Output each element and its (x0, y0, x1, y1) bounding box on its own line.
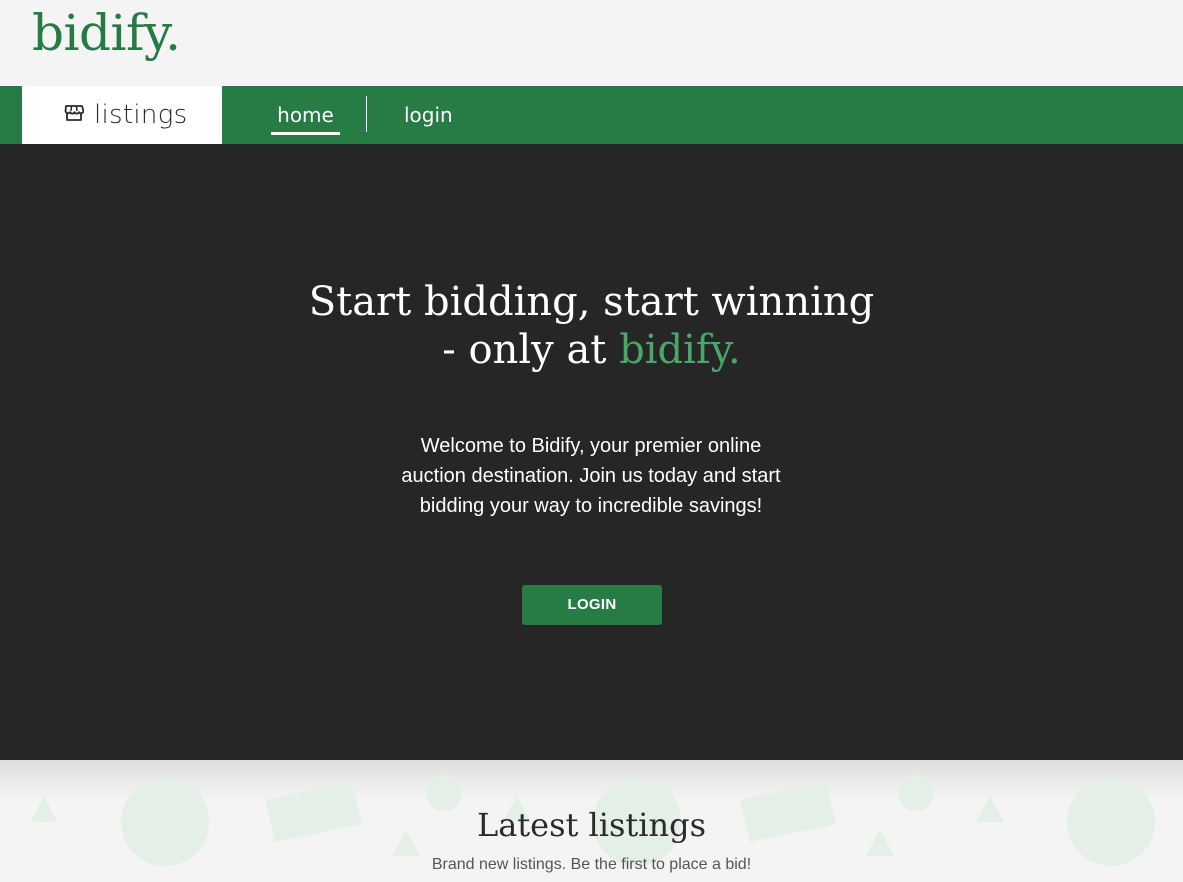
nav-login-link[interactable]: login (404, 86, 453, 144)
hero-title-line1: Start bidding, start winning (308, 279, 875, 325)
nav-home-label: home (277, 103, 334, 127)
latest-listings-subtitle: Brand new listings. Be the first to plac… (431, 856, 752, 873)
main-navbar: listings home login (0, 86, 1183, 144)
hero-title-prefix: - only at (442, 327, 620, 373)
hero-login-button[interactable]: LOGIN (522, 585, 662, 625)
hero-title-line2: - only at bidify. (0, 326, 1183, 374)
hero-section: Start bidding, start winning - only at b… (0, 144, 1183, 760)
store-icon (64, 104, 85, 122)
nav-listings-label: listings (94, 100, 188, 130)
hero-title: Start bidding, start winning - only at b… (0, 278, 1183, 374)
nav-login-label: login (404, 103, 453, 127)
site-header: bidify. (0, 0, 1183, 86)
nav-divider (366, 96, 367, 132)
latest-listings-section: Latest listings Brand new listings. Be t… (0, 760, 1183, 882)
nav-listings-tab[interactable]: listings (22, 86, 222, 144)
brand-logo[interactable]: bidify. (32, 4, 181, 62)
nav-home-link[interactable]: home (271, 86, 340, 144)
hero-description: Welcome to Bidify, your premier online a… (401, 435, 781, 517)
latest-listings-title: Latest listings (476, 806, 707, 844)
hero-title-accent: bidify. (619, 327, 741, 373)
active-tab-indicator (271, 132, 340, 135)
